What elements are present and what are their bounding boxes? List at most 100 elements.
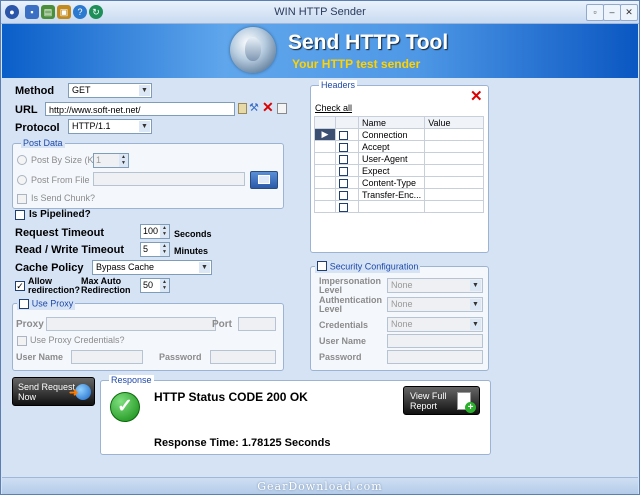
- header-name-cell[interactable]: Transfer-Enc...: [357, 188, 426, 201]
- header-value-cell[interactable]: [424, 200, 484, 213]
- row-checkbox[interactable]: [339, 178, 348, 188]
- protocol-select[interactable]: HTTP/1.1 ▼: [68, 119, 152, 134]
- security-password-label: Password: [319, 352, 362, 362]
- authentication-label: Authentication Level: [319, 296, 382, 314]
- check-all-link[interactable]: Check all: [315, 103, 352, 113]
- row-checkbox-cell[interactable]: [335, 128, 359, 141]
- header-name-cell[interactable]: User-Agent: [357, 152, 426, 165]
- row-selector[interactable]: [314, 152, 336, 165]
- request-timeout-spinner[interactable]: 100 ▲ ▼: [140, 224, 170, 239]
- row-checkbox-cell[interactable]: [335, 188, 359, 201]
- header-name-cell[interactable]: Expect: [357, 164, 426, 177]
- row-selector[interactable]: [314, 140, 336, 153]
- tools-icon[interactable]: ⚒: [249, 101, 259, 114]
- use-proxy-credentials-checkbox[interactable]: [17, 336, 27, 346]
- delete-icon[interactable]: ✕: [262, 99, 274, 116]
- view-full-report-button[interactable]: View Full Report +: [403, 386, 480, 415]
- method-select[interactable]: GET ▼: [68, 83, 152, 98]
- impersonation-label: Impersonation Level: [319, 277, 381, 295]
- name-column-header[interactable]: Name: [357, 116, 426, 129]
- row-checkbox-cell[interactable]: [335, 140, 359, 153]
- close-icon[interactable]: ✕: [620, 4, 638, 21]
- proxy-password-input[interactable]: [210, 350, 276, 364]
- header-value-cell[interactable]: [424, 140, 484, 153]
- post-by-size-radio[interactable]: [17, 155, 27, 165]
- row-checkbox-cell[interactable]: [335, 152, 359, 165]
- cache-policy-select[interactable]: Bypass Cache ▼: [92, 260, 212, 275]
- chevron-down-icon: ▼: [199, 262, 210, 273]
- pipelined-checkbox[interactable]: [15, 210, 25, 220]
- rw-timeout-spinner[interactable]: 5 ▲ ▼: [140, 242, 170, 257]
- header-name-cell[interactable]: Content-Type: [357, 176, 426, 189]
- header-name-cell[interactable]: [357, 200, 426, 213]
- row-checkbox-cell[interactable]: [335, 176, 359, 189]
- proxy-username-input[interactable]: [71, 350, 143, 364]
- clear-headers-icon[interactable]: ✕: [470, 87, 483, 105]
- header-value-cell[interactable]: [424, 176, 484, 189]
- restore-icon[interactable]: ▫: [586, 4, 604, 21]
- minimize-icon[interactable]: ‒: [603, 4, 621, 21]
- table-row[interactable]: Accept: [314, 140, 484, 153]
- copy-icon[interactable]: [238, 103, 247, 114]
- row-checkbox-cell[interactable]: [335, 200, 359, 213]
- arrow-right-icon: ➜: [69, 387, 79, 399]
- proxy-group: Use Proxy Proxy Port Use Proxy Credentia…: [12, 298, 284, 371]
- port-input[interactable]: [238, 317, 276, 331]
- banner: Send HTTP Tool Your HTTP test sender: [2, 24, 638, 78]
- header-value-cell[interactable]: [424, 188, 484, 201]
- banner-title: Send HTTP Tool: [288, 31, 449, 54]
- header-value-cell[interactable]: [424, 164, 484, 177]
- table-row[interactable]: ▶ Connection: [314, 128, 484, 141]
- response-status: HTTP Status CODE 200 OK: [154, 390, 308, 404]
- security-password-input[interactable]: [387, 350, 483, 364]
- table-row[interactable]: Content-Type: [314, 176, 484, 189]
- send-request-button[interactable]: Send Request Now ➜: [12, 377, 95, 406]
- row-selector[interactable]: [314, 200, 336, 213]
- row-selector[interactable]: [314, 176, 336, 189]
- value-column-header[interactable]: Value: [424, 116, 484, 129]
- row-checkbox[interactable]: [339, 190, 348, 200]
- header-value-cell[interactable]: [424, 128, 484, 141]
- row-checkbox[interactable]: [339, 202, 348, 212]
- post-size-spinner[interactable]: 1 ▲ ▼: [93, 153, 129, 168]
- use-proxy-checkbox[interactable]: [19, 299, 29, 310]
- row-selector[interactable]: ▶: [314, 128, 336, 141]
- header-name-cell[interactable]: Connection: [357, 128, 426, 141]
- proxy-input[interactable]: [46, 317, 216, 331]
- credentials-value: None: [391, 319, 413, 329]
- table-row[interactable]: Expect: [314, 164, 484, 177]
- proxy-legend: Use Proxy: [17, 298, 76, 310]
- security-config-checkbox[interactable]: [317, 261, 327, 272]
- header-name-cell[interactable]: Accept: [357, 140, 426, 153]
- send-chunk-checkbox[interactable]: [17, 194, 27, 204]
- authentication-select[interactable]: None ▼: [387, 297, 483, 312]
- browse-folder-icon[interactable]: [250, 171, 278, 189]
- credentials-label: Credentials: [319, 320, 369, 330]
- url-input[interactable]: http://www.soft-net.net/: [45, 102, 235, 116]
- row-checkbox[interactable]: [339, 154, 348, 164]
- row-selector[interactable]: [314, 188, 336, 201]
- credentials-select[interactable]: None ▼: [387, 317, 483, 332]
- post-file-input[interactable]: [93, 172, 245, 186]
- table-row[interactable]: [314, 200, 484, 213]
- paste-icon[interactable]: [277, 103, 287, 114]
- row-checkbox-cell[interactable]: [335, 164, 359, 177]
- row-selector[interactable]: [314, 164, 336, 177]
- security-username-input[interactable]: [387, 334, 483, 348]
- table-row[interactable]: User-Agent: [314, 152, 484, 165]
- spinner-arrows-icon: ▲ ▼: [160, 279, 169, 292]
- app-window: ● ▪ ▤ ▣ ? ↻ WIN HTTP Sender ▫ ‒ ✕ Send H…: [0, 0, 640, 495]
- row-checkbox[interactable]: [339, 166, 348, 176]
- row-checkbox[interactable]: [339, 142, 348, 152]
- max-redirection-spinner[interactable]: 50 ▲ ▼: [140, 278, 170, 293]
- request-timeout-unit: Seconds: [174, 229, 212, 239]
- success-check-icon: ✓: [110, 392, 140, 422]
- chevron-down-icon: ▼: [470, 319, 481, 330]
- post-from-file-radio[interactable]: [17, 175, 27, 185]
- allow-redirection-checkbox[interactable]: ✓: [15, 281, 25, 291]
- header-value-cell[interactable]: [424, 152, 484, 165]
- table-row[interactable]: Transfer-Enc...: [314, 188, 484, 201]
- impersonation-select[interactable]: None ▼: [387, 278, 483, 293]
- send-request-line1: Send Request: [18, 382, 76, 392]
- row-checkbox[interactable]: [339, 130, 348, 140]
